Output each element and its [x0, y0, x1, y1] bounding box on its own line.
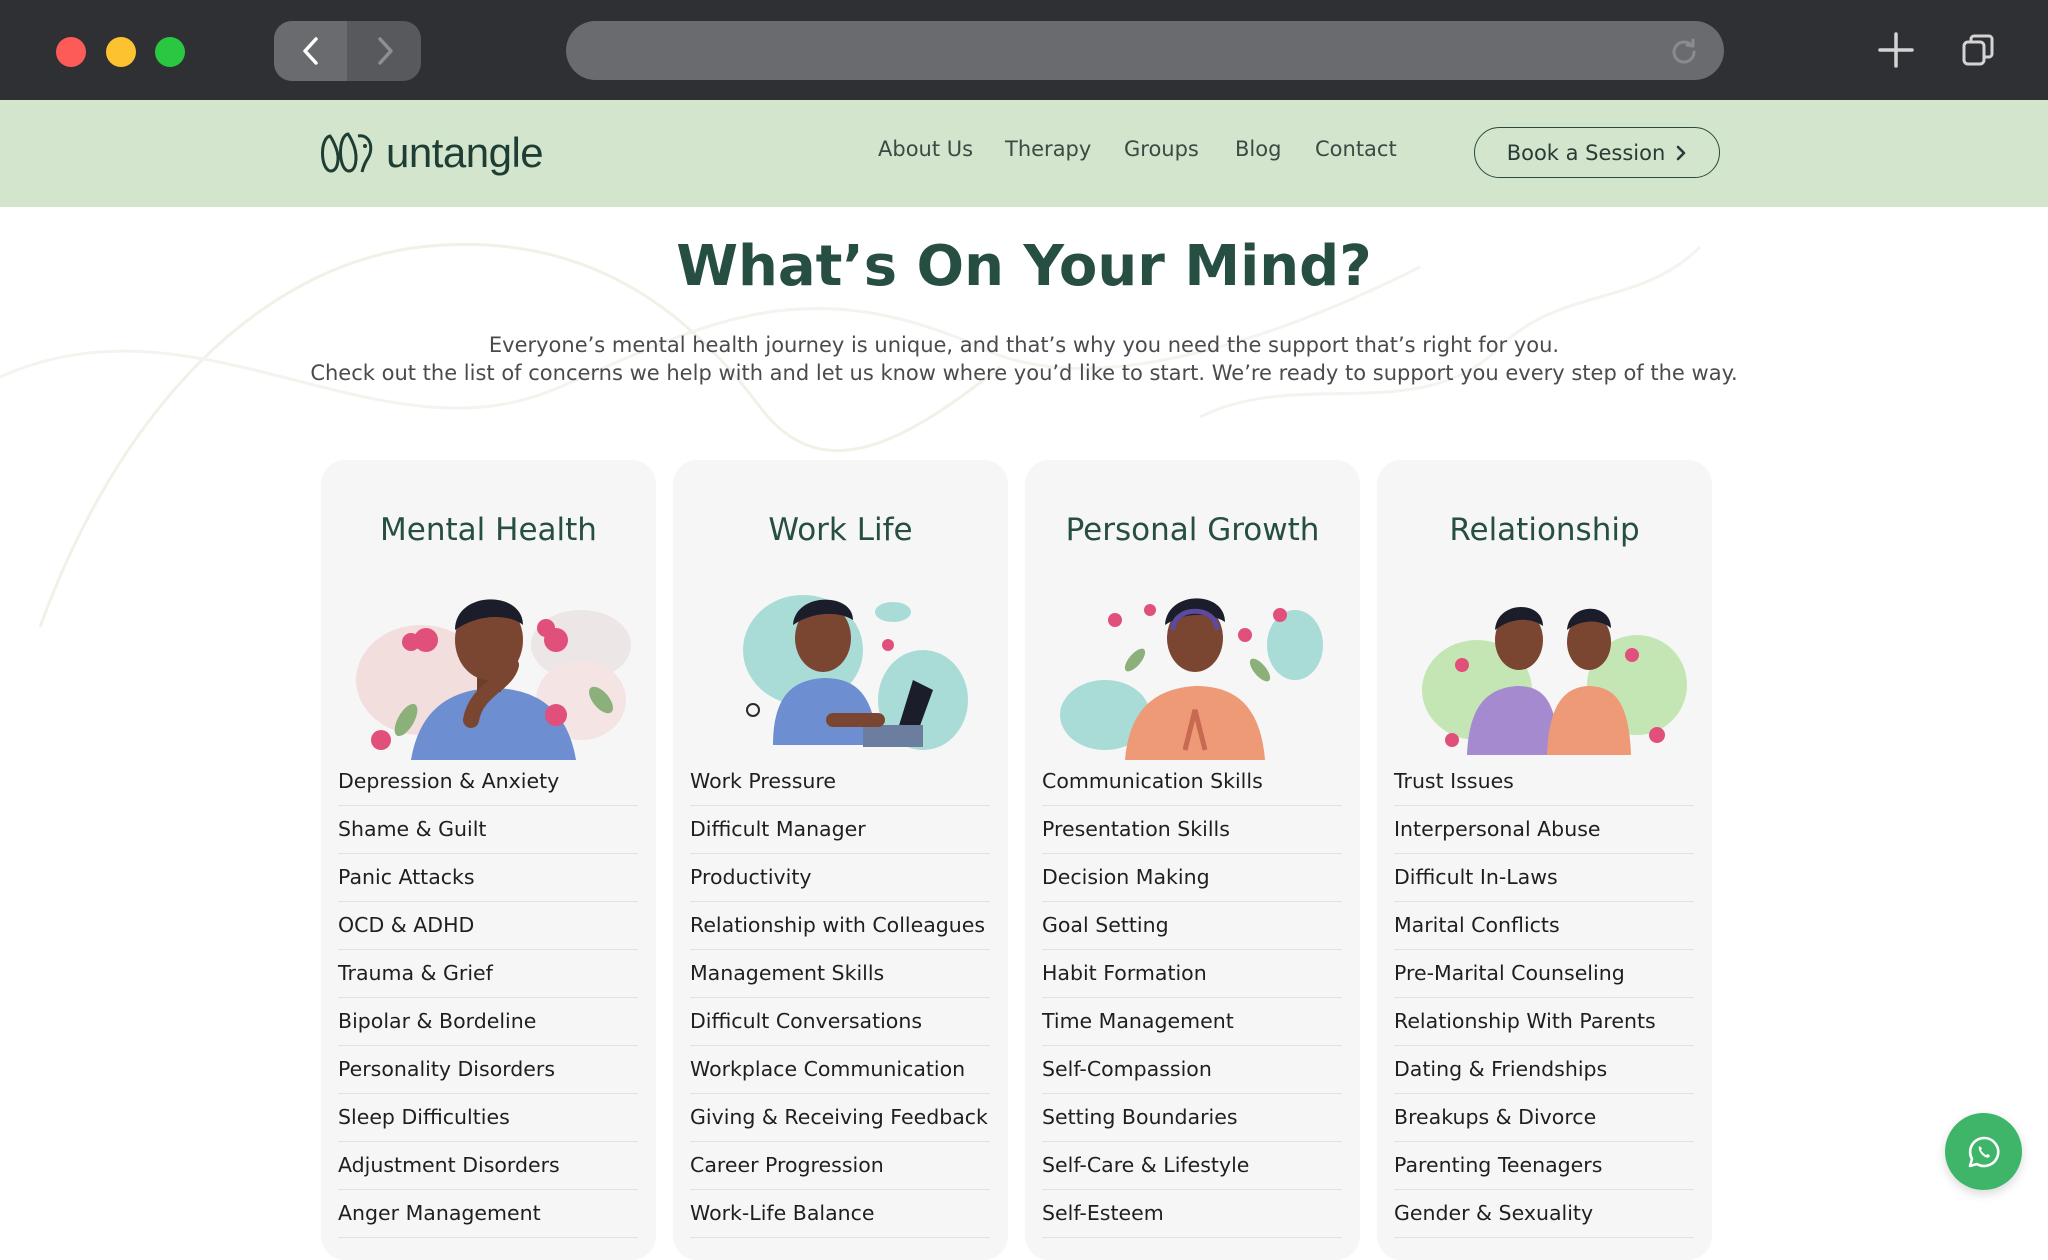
- forward-button[interactable]: [348, 21, 421, 81]
- new-tab-icon[interactable]: [1876, 30, 1916, 70]
- meditating-person-illustration: [1060, 598, 1323, 760]
- category-item-list: Depression & Anxiety Shame & Guilt Panic…: [338, 758, 638, 1238]
- list-item[interactable]: Shame & Guilt: [338, 806, 638, 854]
- chevron-right-icon: [1676, 145, 1686, 160]
- page-title: What’s On Your Mind?: [676, 234, 1372, 299]
- list-item[interactable]: Communication Skills: [1042, 758, 1342, 806]
- list-item[interactable]: Work Pressure: [690, 758, 990, 806]
- page-subtitle-line-2: Check out the list of concerns we help w…: [310, 361, 1738, 385]
- category-card-mental-health: Mental Health Depression & Anxiety Shame…: [321, 460, 656, 1260]
- list-item[interactable]: Time Management: [1042, 998, 1342, 1046]
- maximize-window-button[interactable]: [155, 37, 185, 67]
- list-item[interactable]: Parenting Teenagers: [1394, 1142, 1694, 1190]
- category-item-list: Work Pressure Difficult Manager Producti…: [690, 758, 990, 1238]
- list-item[interactable]: Bipolar & Bordeline: [338, 998, 638, 1046]
- nav-about-us[interactable]: About Us: [878, 137, 973, 161]
- untangle-logo-icon: [321, 132, 373, 173]
- laptop-worker-illustration: [743, 595, 968, 750]
- address-bar[interactable]: [566, 21, 1724, 80]
- list-item[interactable]: Marital Conflicts: [1394, 902, 1694, 950]
- nav-contact[interactable]: Contact: [1315, 137, 1397, 161]
- tabs-overview-icon[interactable]: [1958, 30, 1998, 70]
- list-item[interactable]: Relationship With Parents: [1394, 998, 1694, 1046]
- thinking-person-illustration: [356, 599, 631, 760]
- list-item[interactable]: Gender & Sexuality: [1394, 1190, 1694, 1238]
- browser-toolbar: [0, 0, 2048, 100]
- list-item[interactable]: Anger Management: [338, 1190, 638, 1238]
- close-window-button[interactable]: [56, 37, 86, 67]
- list-item[interactable]: Depression & Anxiety: [338, 758, 638, 806]
- category-item-list: Trust Issues Interpersonal Abuse Difficu…: [1394, 758, 1694, 1238]
- list-item[interactable]: Panic Attacks: [338, 854, 638, 902]
- list-item[interactable]: Personality Disorders: [338, 1046, 638, 1094]
- page-subtitle-line-1: Everyone’s mental health journey is uniq…: [488, 333, 1560, 357]
- list-item[interactable]: Pre-Marital Counseling: [1394, 950, 1694, 998]
- list-item[interactable]: Difficult Conversations: [690, 998, 990, 1046]
- list-item[interactable]: Decision Making: [1042, 854, 1342, 902]
- list-item[interactable]: Self-Care & Lifestyle: [1042, 1142, 1342, 1190]
- list-item[interactable]: Self-Esteem: [1042, 1190, 1342, 1238]
- list-item[interactable]: Trauma & Grief: [338, 950, 638, 998]
- logo-text: untangle: [386, 129, 544, 176]
- chevron-left-icon: [302, 37, 318, 65]
- list-item[interactable]: Career Progression: [690, 1142, 990, 1190]
- site-logo[interactable]: untangle: [318, 126, 544, 180]
- couple-illustration: [1422, 606, 1687, 755]
- category-title: Work Life: [768, 512, 913, 548]
- list-item[interactable]: Trust Issues: [1394, 758, 1694, 806]
- category-title: Personal Growth: [1065, 512, 1320, 548]
- list-item[interactable]: Difficult Manager: [690, 806, 990, 854]
- list-item[interactable]: Habit Formation: [1042, 950, 1342, 998]
- list-item[interactable]: Presentation Skills: [1042, 806, 1342, 854]
- list-item[interactable]: Productivity: [690, 854, 990, 902]
- list-item[interactable]: Goal Setting: [1042, 902, 1342, 950]
- minimize-window-button[interactable]: [106, 37, 136, 67]
- list-item[interactable]: Interpersonal Abuse: [1394, 806, 1694, 854]
- list-item[interactable]: Dating & Friendships: [1394, 1046, 1694, 1094]
- category-card-personal-growth: Personal Growth Communication Skills Pre…: [1025, 460, 1360, 1260]
- list-item[interactable]: Management Skills: [690, 950, 990, 998]
- list-item[interactable]: Sleep Difficulties: [338, 1094, 638, 1142]
- category-card-work-life: Work Life Work Pressure Difficult Manage…: [673, 460, 1008, 1260]
- whatsapp-chat-button[interactable]: [1945, 1113, 2022, 1190]
- list-item[interactable]: Breakups & Divorce: [1394, 1094, 1694, 1142]
- category-title: Mental Health: [380, 512, 597, 548]
- nav-therapy[interactable]: Therapy: [1005, 137, 1091, 161]
- chevron-right-icon: [377, 37, 393, 65]
- category-title: Relationship: [1449, 512, 1640, 548]
- list-item[interactable]: Giving & Receiving Feedback: [690, 1094, 990, 1142]
- whatsapp-icon: [1968, 1136, 1999, 1167]
- list-item[interactable]: Setting Boundaries: [1042, 1094, 1342, 1142]
- list-item[interactable]: Workplace Communication: [690, 1046, 990, 1094]
- list-item[interactable]: Relationship with Colleagues: [690, 902, 990, 950]
- back-button[interactable]: [274, 21, 347, 81]
- history-nav: [274, 21, 421, 81]
- list-item[interactable]: Adjustment Disorders: [338, 1142, 638, 1190]
- list-item[interactable]: OCD & ADHD: [338, 902, 638, 950]
- list-item[interactable]: Self-Compassion: [1042, 1046, 1342, 1094]
- category-item-list: Communication Skills Presentation Skills…: [1042, 758, 1342, 1238]
- nav-blog[interactable]: Blog: [1235, 137, 1281, 161]
- reload-icon[interactable]: [1670, 37, 1698, 65]
- book-session-label: Book a Session: [1506, 140, 1666, 165]
- book-session-button[interactable]: Book a Session: [1474, 127, 1720, 178]
- list-item[interactable]: Work-Life Balance: [690, 1190, 990, 1238]
- list-item[interactable]: Difficult In-Laws: [1394, 854, 1694, 902]
- category-card-relationship: Relationship Trust Issues Interpersonal …: [1377, 460, 1712, 1260]
- nav-groups[interactable]: Groups: [1124, 137, 1199, 161]
